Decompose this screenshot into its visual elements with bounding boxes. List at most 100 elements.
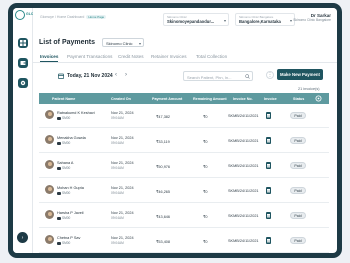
more-options-button[interactable]: ⋮ <box>266 71 274 79</box>
invoice-number: SKMB/24/11/2021 <box>228 189 259 193</box>
patient-name[interactable]: Chetna P Sav <box>57 236 80 240</box>
payment-amount: ₹50,976 <box>156 165 171 169</box>
id-badge-icon <box>57 116 61 120</box>
patient-name[interactable]: Sahana A <box>57 161 73 165</box>
patient-id: SM00 <box>57 116 70 120</box>
created-date: Nov 21, 2024 <box>111 236 134 240</box>
status-badge: Paid <box>290 137 306 144</box>
created-date: Nov 21, 2024 <box>111 161 134 165</box>
invoice-document-icon[interactable] <box>266 187 271 194</box>
created-time: 09:04AM <box>111 191 124 195</box>
payment-amount: ₹33,119 <box>156 140 170 144</box>
page-title: List of Payments <box>39 39 96 46</box>
table-row[interactable]: Harsha P Javeil SM00 Nov 21, 2024 09:04AM ₹4… <box>39 204 329 228</box>
patient-id: SM00 <box>57 216 70 220</box>
selected-date[interactable]: Today, 21 Nov 2024 <box>67 73 113 79</box>
tab-credit-notes[interactable]: Credit Notes <box>118 54 144 59</box>
sidebar-dashboard-button[interactable] <box>18 38 28 48</box>
chevron-down-icon: ▾ <box>223 18 226 23</box>
table-row[interactable]: Mohan H Gupta SM00 Nov 21, 2024 09:04AM ₹46,… <box>39 179 329 203</box>
clinic-selector-value: Skinomoyepandaodur... <box>167 19 215 24</box>
table-row[interactable]: Sahana A SM00 Nov 21, 2024 09:04AM ₹50,976 ₹0… <box>39 154 329 178</box>
chevron-down-icon: ▾ <box>289 18 292 23</box>
tab-payment-transactions[interactable]: Payment Transactions <box>67 54 112 59</box>
patient-id: SM00 <box>57 191 70 195</box>
th-invoice-no: Invoice No. <box>233 96 253 101</box>
status-badge: Paid <box>290 212 306 219</box>
remaining-amount: ₹0 <box>203 140 208 144</box>
patient-name[interactable]: Menakha Gowda <box>57 136 86 140</box>
app-screen: GLOMOYE › Glomoye / Home DashboardHome P… <box>13 8 337 253</box>
collapse-sidebar-button[interactable]: › <box>17 232 28 243</box>
invoice-document-icon[interactable] <box>266 237 271 244</box>
avatar <box>45 110 54 119</box>
calendar-icon[interactable] <box>58 73 64 79</box>
table-row[interactable]: Ratnakumd K Keshavi SM00 Nov 21, 2024 09:04… <box>39 104 329 128</box>
tab-invoices[interactable]: Invoices <box>40 54 59 62</box>
tab-total-collection[interactable]: Total Collection <box>196 54 227 59</box>
search-input[interactable]: Search Patient, Phn, In... <box>183 71 253 81</box>
id-badge-icon <box>57 241 61 245</box>
sidebar-billing-button[interactable] <box>18 58 28 68</box>
page-clinic-select[interactable]: Skinomo Clinic ▾ <box>102 38 144 47</box>
created-time: 09:04AM <box>111 141 124 145</box>
page-clinic-select-value: Skinomo Clinic <box>106 41 133 46</box>
invoice-number: SKMB/24/11/2021 <box>228 139 259 143</box>
invoice-document-icon[interactable] <box>266 112 271 119</box>
patient-name[interactable]: Harsha P Javeil <box>57 211 84 215</box>
created-time: 09:04AM <box>111 166 124 170</box>
patient-name[interactable]: Ratnakumd K Keshavi <box>57 111 95 115</box>
invoice-document-icon[interactable] <box>266 137 271 144</box>
tab-retainer-invoices[interactable]: Retainer Invoices <box>151 54 187 59</box>
patient-id: SM00 <box>57 141 70 145</box>
payment-amount: ₹46,265 <box>156 190 171 194</box>
grid-icon <box>20 40 26 46</box>
search-icon <box>245 73 250 79</box>
remaining-amount: ₹0 <box>203 190 208 194</box>
invoice-number: SKMB/24/11/2021 <box>228 164 259 168</box>
table-row[interactable]: Menakha Gowda SM00 Nov 21, 2024 09:04AM ₹33,… <box>39 129 329 153</box>
location-selector[interactable]: Skinomo Clinic Bangalore Bangalore,Karna… <box>235 13 295 26</box>
chevron-right-icon[interactable]: › <box>125 72 127 78</box>
chevron-down-icon: ▾ <box>138 40 141 46</box>
created-date: Nov 21, 2024 <box>111 111 134 115</box>
kebab-icon: ⋮ <box>267 72 273 78</box>
payment-amount: ₹47,382 <box>156 115 171 119</box>
topbar: Glomoye / Home Dashboard Home Page Skinom… <box>33 8 337 33</box>
tab-bar: Invoices Payment Transactions Credit Not… <box>33 52 337 63</box>
patient-id-text: SM00 <box>62 241 71 245</box>
th-patient-name: Patient Name <box>52 96 76 101</box>
id-badge-icon <box>57 191 61 195</box>
status-badge: Paid <box>290 237 306 244</box>
invoice-number: SKMB/24/11/2021 <box>228 239 259 243</box>
avatar <box>45 235 54 244</box>
status-badge: Paid <box>290 112 306 119</box>
location-selector-value: Bangalore,Karnataka <box>239 19 281 24</box>
breadcrumb: Glomoye / Home Dashboard Home Page <box>40 15 107 19</box>
th-payment-amount: Payment Amount <box>152 96 183 101</box>
table-row[interactable]: Chetna P Sav SM00 Nov 21, 2024 09:04AM ₹53,4… <box>39 229 329 253</box>
patient-name[interactable]: Mohan H Gupta <box>57 186 84 190</box>
invoice-document-icon[interactable] <box>266 162 271 169</box>
gear-icon <box>20 80 26 86</box>
created-date: Nov 21, 2024 <box>111 211 134 215</box>
clinic-selector[interactable]: Skinomo Clinic Skinomoyepandaodur... ▾ <box>163 13 229 26</box>
chevron-left-icon[interactable]: ‹ <box>115 72 117 78</box>
column-settings-icon[interactable] <box>315 95 322 102</box>
patient-id-text: SM00 <box>62 141 71 145</box>
invoice-document-icon[interactable] <box>266 212 271 219</box>
make-new-payment-button[interactable]: Make New Payment <box>277 69 323 80</box>
breadcrumb-text[interactable]: Glomoye / Home Dashboard <box>40 15 84 19</box>
sidebar-settings-button[interactable] <box>18 78 28 88</box>
patient-id-text: SM00 <box>62 166 71 170</box>
logo-mark <box>15 10 25 20</box>
user-profile[interactable]: Dr Sarkar Skinomo Clinic Bangalore <box>293 13 331 22</box>
id-badge-icon <box>57 216 61 220</box>
patient-id-text: SM00 <box>62 116 71 120</box>
sidebar: GLOMOYE › <box>13 8 44 253</box>
table-header: Patient Name Created On Payment Amount R… <box>39 93 329 104</box>
avatar <box>45 185 54 194</box>
remaining-amount: ₹0 <box>203 165 208 169</box>
created-time: 09:04AM <box>111 241 124 245</box>
patient-id: SM00 <box>57 166 70 170</box>
